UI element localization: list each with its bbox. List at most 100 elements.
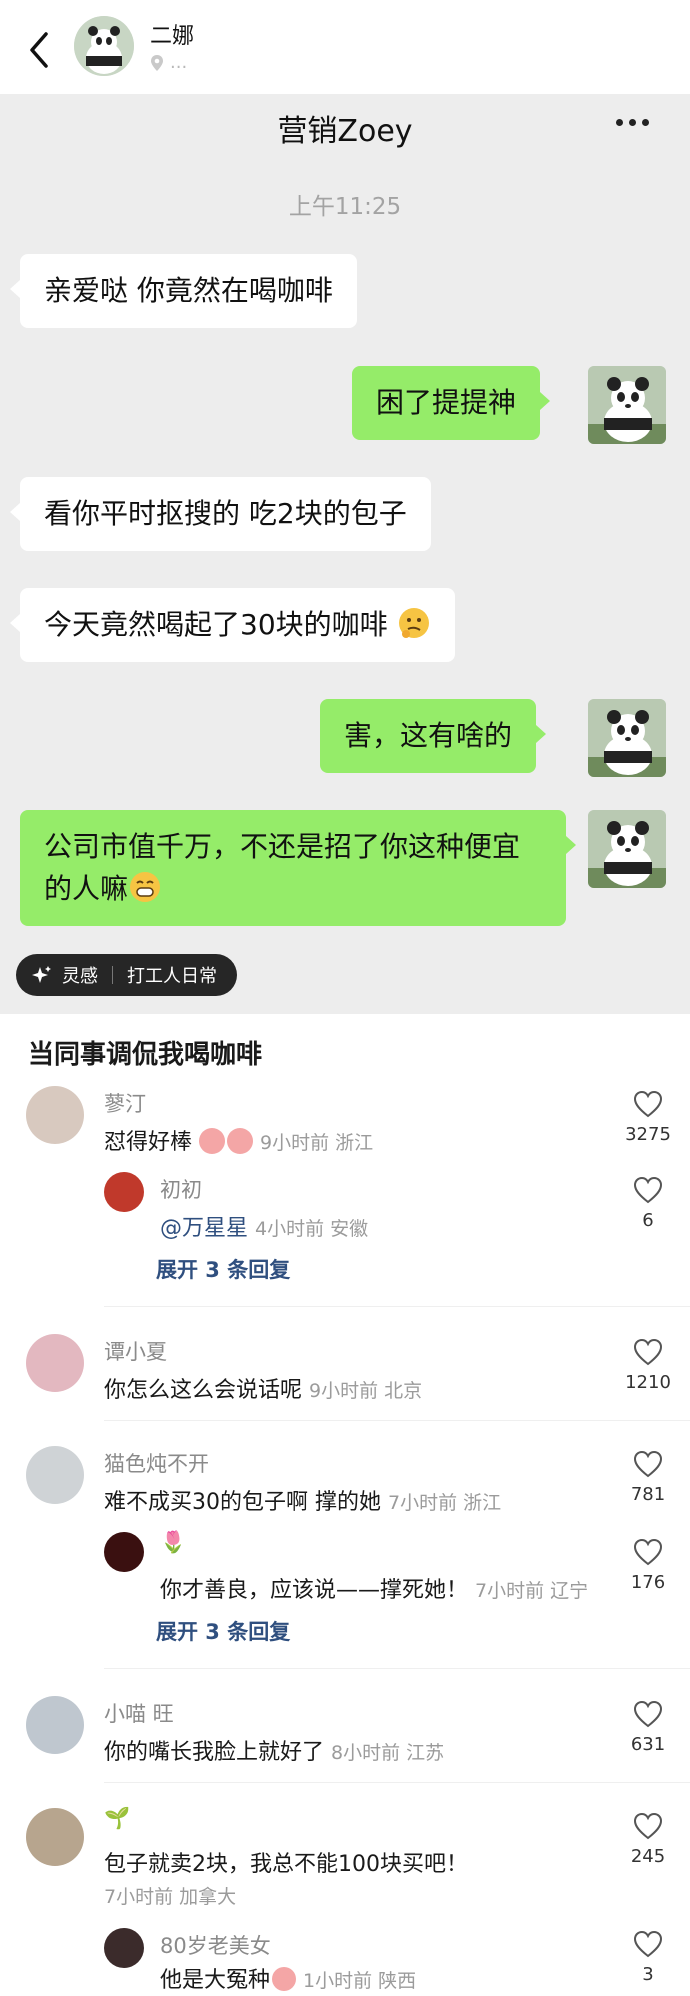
heart-icon [633,1338,663,1366]
comment-location: 浙江 [463,1492,502,1514]
location-pin-icon [151,54,163,71]
expand-replies-link[interactable]: 展开 3 条回复 [156,1254,290,1284]
grin-emoji-icon [130,872,161,902]
like-count: 3 [642,1964,654,1985]
heart-icon [633,1812,663,1840]
avatar[interactable] [104,1532,144,1572]
avatar[interactable] [26,1696,84,1754]
tag-label-topic: 打工人日常 [127,966,217,987]
avatar[interactable] [26,1334,84,1392]
thinking-emoji-icon [398,608,429,638]
panda-avatar [588,810,666,888]
like-count: 245 [630,1846,666,1867]
like-button[interactable]: 245 [618,1812,678,1867]
like-count: 6 [642,1210,654,1231]
comment-username[interactable]: 🌷 [160,1530,186,1555]
more-icon[interactable] [616,112,656,132]
comment-time: 8小时前 [331,1742,401,1764]
chat-title: 营销Zoey [277,114,413,149]
like-count: 1210 [625,1372,671,1393]
heart-icon [633,1176,663,1204]
like-button[interactable]: 6 [618,1176,678,1231]
comment-username[interactable]: 谭小夏 [104,1336,167,1366]
avatar[interactable] [104,1928,144,1968]
comment-location: 北京 [384,1380,423,1402]
comment-text: 你怎么这么会说话呢 9小时前 北京 [104,1378,423,1403]
avatar[interactable] [26,1808,84,1866]
comment-location: 浙江 [335,1132,374,1154]
message-bubble: 困了提提神 [352,366,551,440]
comment-time: 7小时前 [104,1886,174,1908]
comment-time: 4小时前 [255,1218,325,1240]
heart-icon [633,1930,663,1958]
comment-meta: 7小时前 加拿大 [104,1882,236,1909]
comment-username[interactable]: 猫色炖不开 [104,1448,209,1478]
panda-avatar [588,699,666,777]
comment-text: 你的嘴长我脸上就好了 8小时前 江苏 [104,1740,445,1765]
like-button[interactable]: 3275 [618,1090,678,1145]
divider [104,1782,690,1783]
tag-label-inspiration: 灵感 [62,966,98,987]
heart-icon [633,1538,663,1566]
message-bubble: 今天竟然喝起了30块的咖啡 [10,588,455,662]
comment-location: 加拿大 [179,1886,237,1908]
contact-name: 二娜 [150,24,195,49]
comment-text: 包子就卖2块，我总不能100块买吧！ [104,1852,468,1877]
avatar[interactable] [26,1446,84,1504]
comment-username[interactable]: 🌱 [104,1806,130,1831]
divider [104,1420,690,1421]
comment-text: @万星星 4小时前 安徽 [160,1216,369,1241]
message-bubble: 亲爱哒 你竟然在喝咖啡 [10,254,357,328]
avatar[interactable] [104,1172,144,1212]
like-button[interactable]: 3 [618,1930,678,1985]
tag-divider [112,966,113,984]
comment-username[interactable]: 小喵 旺 [104,1698,174,1728]
comment-username[interactable]: 蓼汀 [104,1088,146,1118]
comment-username[interactable]: 80岁老美女 [160,1930,271,1960]
comment-text: 你才善良，应该说——撑死她！ 7小时前 辽宁 [160,1578,589,1603]
heart-icon [633,1090,663,1118]
comment-time: 1小时前 [303,1970,373,1992]
message-bubble: 公司市值千万，不还是招了你这种便宜的人嘛 [20,810,576,926]
comment-time: 7小时前 [475,1580,545,1602]
panda-avatar [588,366,666,444]
back-icon[interactable] [26,30,54,70]
comment-location: 安徽 [330,1218,369,1240]
sparkle-icon [32,966,51,983]
like-count: 781 [630,1484,666,1505]
like-count: 631 [630,1734,666,1755]
location-text: ... [170,52,188,73]
like-button[interactable]: 1210 [618,1338,678,1393]
like-button[interactable]: 631 [618,1700,678,1755]
comment-time: 9小时前 [260,1132,330,1154]
comment-text: 怼得好棒 9小时前 浙江 [104,1128,374,1155]
like-button[interactable]: 781 [618,1450,678,1505]
expand-replies-link[interactable]: 展开 3 条回复 [156,1616,290,1646]
chat-screenshot: 营销Zoey 上午11:25 亲爱哒 你竟然在喝咖啡 困了提提神 看你平时抠搜的… [0,94,690,1014]
top-bar: 二娜 ... [0,0,690,94]
heart-icon [633,1700,663,1728]
heart-icon [633,1450,663,1478]
comment-username[interactable]: 初初 [160,1174,202,1204]
chat-timestamp: 上午11:25 [288,194,402,220]
comment-location: 江苏 [406,1742,445,1764]
comment-time: 9小时前 [309,1380,379,1402]
avatar[interactable] [74,16,134,76]
avatar[interactable] [26,1086,84,1144]
like-count: 176 [630,1572,666,1593]
pig-face-icon [272,1967,297,1991]
pig-face-icon [227,1128,254,1154]
topic-tag[interactable]: 灵感 打工人日常 [16,954,237,996]
divider [104,1306,690,1307]
comment-location: 陕西 [378,1970,417,1992]
message-bubble: 害，这有啥的 [320,699,547,773]
comment-text: 难不成买30的包子啊 撑的她 7小时前 浙江 [104,1490,502,1515]
comment-location: 辽宁 [550,1580,589,1602]
comment-text: 他是大冤种 1小时前 陕西 [160,1967,417,1993]
message-bubble: 看你平时抠搜的 吃2块的包子 [10,477,431,551]
like-button[interactable]: 176 [618,1538,678,1593]
location-row: ... [150,52,187,73]
pig-face-icon [199,1128,226,1154]
like-count: 3275 [625,1124,671,1145]
post-title: 当同事调侃我喝咖啡 [28,1040,263,1070]
